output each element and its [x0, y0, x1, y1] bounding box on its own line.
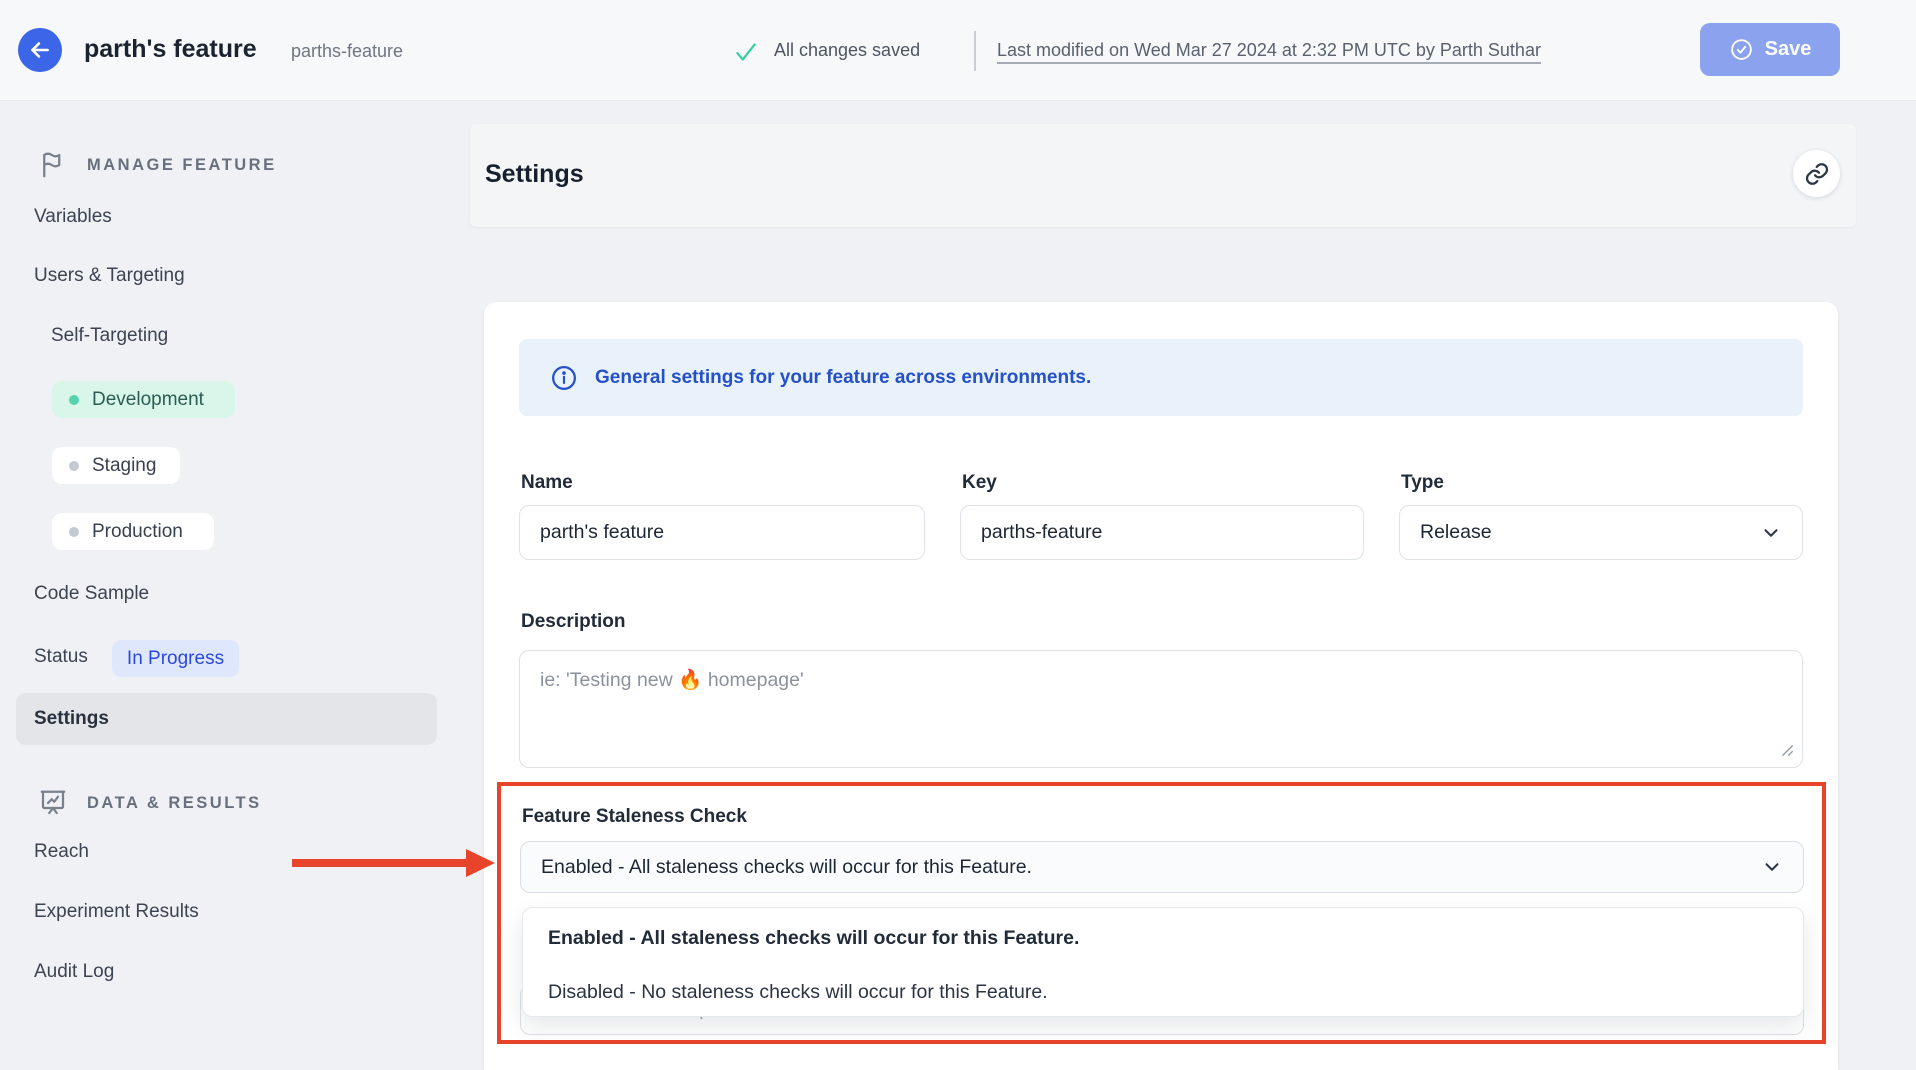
copy-link-button[interactable] — [1793, 150, 1840, 197]
manage-feature-header: MANAGE FEATURE — [38, 150, 277, 180]
link-icon — [1804, 161, 1830, 187]
settings-form-card: General settings for your feature across… — [484, 302, 1838, 1070]
description-textarea[interactable] — [519, 650, 1803, 768]
staleness-select-value: Enabled - All staleness checks will occu… — [541, 856, 1032, 879]
info-banner: General settings for your feature across… — [519, 339, 1803, 416]
info-icon — [550, 364, 578, 392]
feature-key: parths-feature — [291, 41, 403, 62]
type-select[interactable]: Release — [1399, 505, 1803, 560]
data-results-header: DATA & RESULTS — [38, 788, 262, 818]
feature-title: parth's feature — [84, 35, 257, 64]
info-banner-text: General settings for your feature across… — [595, 367, 1091, 389]
sidebar-item-audit-log[interactable]: Audit Log — [34, 961, 114, 983]
env-label-production: Production — [92, 521, 183, 543]
status-badge[interactable]: In Progress — [112, 640, 239, 677]
sidebar-item-settings[interactable]: Settings — [16, 693, 437, 745]
env-dot-development — [69, 395, 79, 405]
saved-status-text: All changes saved — [774, 40, 920, 61]
header-divider — [974, 31, 976, 71]
saved-check-icon — [733, 39, 759, 65]
sidebar-item-reach[interactable]: Reach — [34, 841, 89, 863]
staleness-dropdown-menu: Enabled - All staleness checks will occu… — [522, 907, 1804, 1017]
description-label: Description — [521, 611, 626, 633]
chevron-down-icon — [1760, 522, 1782, 544]
back-button[interactable] — [18, 28, 62, 72]
manage-feature-label: MANAGE FEATURE — [87, 156, 277, 175]
save-check-icon — [1729, 37, 1754, 62]
type-label: Type — [1401, 472, 1444, 494]
sidebar-item-experiment-results[interactable]: Experiment Results — [34, 901, 199, 923]
staleness-option-enabled[interactable]: Enabled - All staleness checks will occu… — [523, 911, 1803, 965]
name-input[interactable] — [519, 505, 925, 560]
sidebar-item-self-targeting[interactable]: Self-Targeting — [51, 325, 168, 347]
sidebar-status-label: Status — [34, 646, 88, 668]
key-input[interactable] — [960, 505, 1364, 560]
staleness-option-disabled[interactable]: Disabled - No staleness checks will occu… — [523, 965, 1803, 1019]
back-arrow-icon — [27, 37, 53, 63]
env-label-staging: Staging — [92, 455, 156, 477]
key-label: Key — [962, 472, 997, 494]
type-select-value: Release — [1420, 521, 1492, 544]
sidebar-item-variables[interactable]: Variables — [34, 206, 112, 228]
staleness-label: Feature Staleness Check — [522, 806, 747, 828]
name-label: Name — [521, 472, 573, 494]
page-title: Settings — [485, 160, 584, 189]
env-label-development: Development — [92, 389, 204, 411]
top-bar: parth's feature parths-feature All chang… — [0, 0, 1916, 101]
save-button-label: Save — [1765, 38, 1812, 61]
settings-panel-header: Settings — [470, 124, 1856, 227]
sidebar-settings-label: Settings — [34, 708, 109, 730]
env-dot-staging — [69, 461, 79, 471]
resize-handle-icon[interactable] — [1779, 742, 1795, 758]
sidebar-env-development[interactable]: Development — [52, 381, 235, 418]
annotation-arrow — [292, 859, 468, 867]
save-button[interactable]: Save — [1700, 23, 1840, 76]
staleness-select[interactable]: Enabled - All staleness checks will occu… — [520, 841, 1804, 893]
last-modified-link[interactable]: Last modified on Wed Mar 27 2024 at 2:32… — [997, 40, 1541, 61]
flag-icon — [38, 150, 68, 180]
presentation-chart-icon — [38, 788, 68, 818]
sidebar-env-staging[interactable]: Staging — [52, 447, 180, 484]
sidebar-item-users-targeting[interactable]: Users & Targeting — [34, 265, 185, 287]
sidebar-item-code-sample[interactable]: Code Sample — [34, 583, 149, 605]
chevron-down-icon — [1761, 856, 1783, 878]
data-results-label: DATA & RESULTS — [87, 794, 262, 813]
env-dot-production — [69, 527, 79, 537]
sidebar-env-production[interactable]: Production — [52, 513, 214, 550]
